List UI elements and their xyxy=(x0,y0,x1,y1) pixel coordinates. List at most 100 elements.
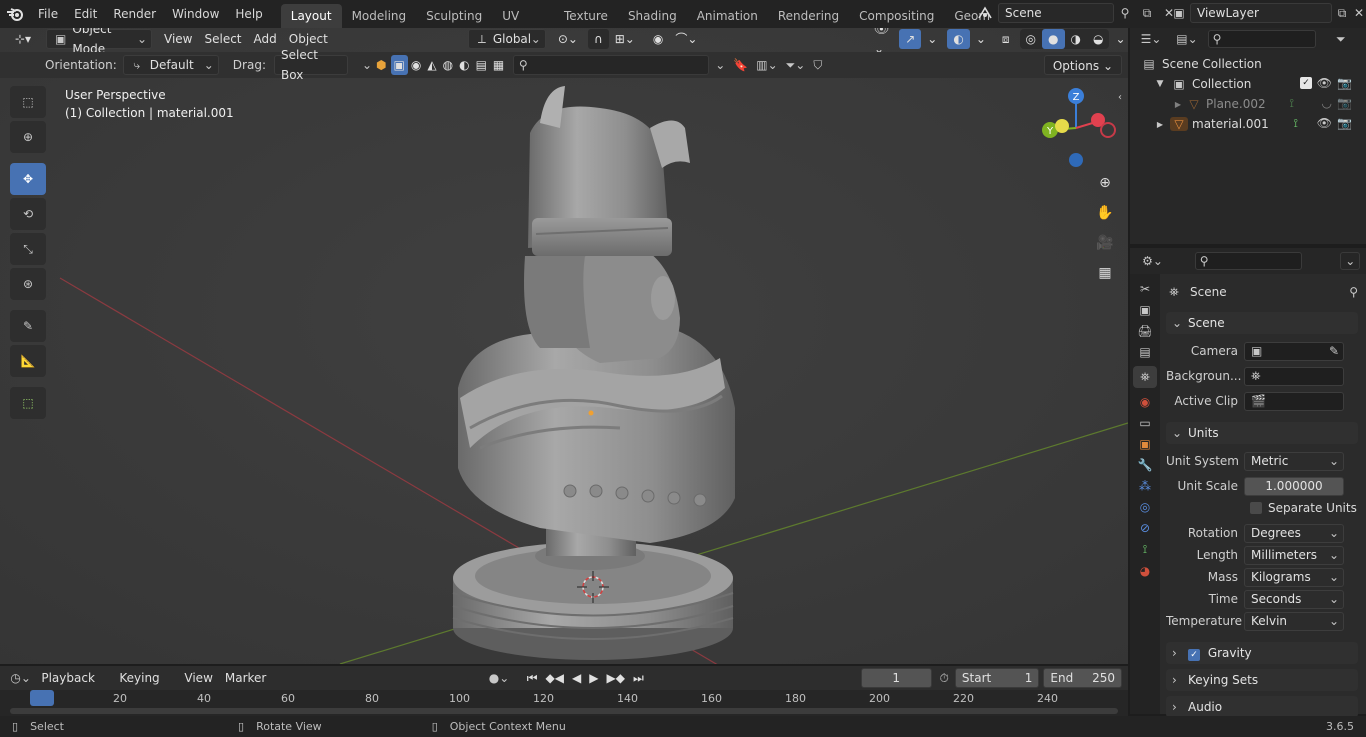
3d-viewport[interactable]: ⊹▾ ▣ Object Mode ⌄ View Select Add Objec… xyxy=(0,28,1128,664)
play-reverse-icon[interactable]: ◀ xyxy=(569,668,584,688)
tab-layout[interactable]: Layout xyxy=(280,3,342,28)
outliner-row-collection[interactable]: ▼ ▣ Collection ✓ 👁 📷 xyxy=(1130,74,1366,94)
menu-keying[interactable]: Keying ⌄ xyxy=(113,668,178,705)
solid-shading-icon[interactable]: ● xyxy=(1042,29,1065,49)
tool-tab-icon[interactable]: ✂ xyxy=(1140,282,1150,296)
snap-target-icon[interactable]: ⊞⌄ xyxy=(609,29,641,49)
collection-tab-icon[interactable]: ▭ xyxy=(1139,416,1150,430)
jump-start-icon[interactable]: ⏮ xyxy=(524,668,541,688)
measure-tool[interactable]: 📐 xyxy=(10,345,46,377)
tab-texture-paint[interactable]: Texture Paint xyxy=(554,4,618,28)
render-tab-icon[interactable]: ▣ xyxy=(1139,303,1150,317)
temperature-dropdown[interactable]: Kelvin ⌄ xyxy=(1244,611,1344,631)
menu-file[interactable]: File xyxy=(30,0,66,28)
mass-dropdown[interactable]: Kilograms ⌄ xyxy=(1244,567,1344,587)
filter-icon[interactable]: ⏷⌄ xyxy=(786,58,806,73)
jump-end-icon[interactable]: ⏭ xyxy=(630,668,647,688)
menu-render[interactable]: Render xyxy=(105,0,164,28)
physics-tab-icon[interactable]: ◎ xyxy=(1140,500,1150,514)
tab-compositing[interactable]: Compositing xyxy=(849,4,944,28)
outliner-row-plane-002[interactable]: ▶ ▽ Plane.002 ⟟ ◡ 📷 xyxy=(1130,94,1366,114)
falloff-icon[interactable]: ⌒⌄ xyxy=(669,29,703,49)
expand-arrow-icon[interactable]: ▼ xyxy=(1154,79,1166,89)
rotation-dropdown[interactable]: Degrees ⌄ xyxy=(1244,523,1344,543)
camera-view-icon[interactable]: 🎥 xyxy=(1092,230,1118,256)
view-layer-tab-icon[interactable]: ▤ xyxy=(1139,345,1150,359)
expand-arrow-icon[interactable]: ▶ xyxy=(1154,120,1166,129)
transform-orientation-dropdown[interactable]: ⟂ Global ⌄ xyxy=(467,29,546,49)
modifier-tab-icon[interactable]: 🔧 xyxy=(1138,458,1153,472)
object-mode-dropdown[interactable]: ▣ Object Mode ⌄ xyxy=(46,28,152,56)
expand-arrow-icon[interactable]: ▶ xyxy=(1172,100,1184,109)
menu-add[interactable]: Add xyxy=(248,29,283,49)
time-dropdown[interactable]: Seconds ⌄ xyxy=(1244,589,1344,609)
material-shading-icon[interactable]: ◑ xyxy=(1065,29,1087,49)
world-tab-icon[interactable]: ◉ xyxy=(1140,395,1150,409)
scene-panel-header[interactable]: ⌄ Scene xyxy=(1166,312,1358,334)
menu-help[interactable]: Help xyxy=(227,0,270,28)
menu-timeline-view[interactable]: View xyxy=(178,668,218,688)
menu-playback[interactable]: Playback ⌄ xyxy=(35,668,113,705)
overlay-toggle-icon[interactable]: ◐ xyxy=(947,29,970,49)
annotate-tool[interactable]: ✎ xyxy=(10,310,46,342)
keying-sets-panel-header[interactable]: › Keying Sets xyxy=(1166,669,1358,691)
output-tab-icon[interactable]: 🖨 xyxy=(1137,324,1152,338)
shading-options-icon[interactable]: ⌄ xyxy=(1109,29,1128,49)
data-tab-icon[interactable]: ⟟ xyxy=(1143,542,1147,557)
menu-edit[interactable]: Edit xyxy=(66,0,105,28)
properties-options-icon[interactable]: ⌄ xyxy=(1340,252,1360,270)
shield-icon[interactable]: ⛉ xyxy=(813,58,822,73)
display-mode-icon[interactable]: ▤⌄ xyxy=(1172,32,1202,46)
tab-sculpting[interactable]: Sculpting xyxy=(416,4,492,28)
snap-icon[interactable]: ∩ xyxy=(587,29,609,49)
select-mode-icon-7[interactable]: ▦ xyxy=(490,55,507,75)
chevron-down-icon[interactable]: ⌄ xyxy=(362,58,372,72)
playhead[interactable] xyxy=(30,690,54,706)
zoom-icon[interactable]: ⊕ xyxy=(1092,170,1118,196)
object-tab-icon[interactable]: ▣ xyxy=(1139,437,1150,451)
new-scene-icon[interactable]: ⧉ xyxy=(1136,6,1158,21)
tab-modeling[interactable]: Modeling xyxy=(342,4,417,28)
proportional-editing-icon[interactable]: ◉ xyxy=(647,29,669,49)
overlay-dropdown-icon[interactable]: ⌄ xyxy=(970,29,992,49)
play-icon[interactable]: ▶ xyxy=(586,668,601,688)
filter-toggle-icon[interactable]: ⌄ xyxy=(715,58,725,72)
visibility-hidden-icon[interactable]: ◡ xyxy=(1322,96,1332,110)
unit-scale-field[interactable]: 1.000000 xyxy=(1244,476,1344,496)
render-camera-icon[interactable]: 📷 xyxy=(1337,116,1352,130)
layout-icon[interactable]: ▥⌄ xyxy=(756,58,777,72)
select-mode-icon-4[interactable]: ◍ xyxy=(440,55,456,75)
record-icon[interactable]: ●⌄ xyxy=(484,671,513,685)
scale-tool[interactable]: ⤡ xyxy=(10,233,46,265)
gizmo-dropdown-icon[interactable]: ⌄ xyxy=(921,29,943,49)
eyedropper-icon[interactable]: ✎ xyxy=(1329,343,1339,360)
gravity-checkbox[interactable]: ✓ xyxy=(1188,649,1200,661)
bookmark-icon[interactable]: 🔖 xyxy=(733,58,748,72)
properties-editor-icon[interactable]: ⚙⌄ xyxy=(1136,254,1169,268)
gravity-panel-header[interactable]: › ✓ Gravity xyxy=(1166,642,1358,664)
cube-color-icon[interactable]: ⬢ xyxy=(376,58,386,72)
background-field[interactable]: ⛯ xyxy=(1244,366,1344,386)
menu-marker[interactable]: Marker xyxy=(219,668,272,688)
tab-shading[interactable]: Shading xyxy=(618,4,687,28)
viewlayer-name-field[interactable]: ViewLayer xyxy=(1190,3,1332,23)
particles-tab-icon[interactable]: ⁂ xyxy=(1139,479,1151,493)
perspective-grid-icon[interactable]: ▦ xyxy=(1092,260,1118,286)
material-tab-icon[interactable]: ◕ xyxy=(1140,564,1150,578)
units-panel-header[interactable]: ⌄ Units xyxy=(1166,422,1358,444)
transform-tool[interactable]: ⊛ xyxy=(10,268,46,300)
visibility-eye-icon[interactable]: 👁 xyxy=(1317,76,1332,90)
stopwatch-icon[interactable]: ⏱ xyxy=(940,671,949,686)
gizmo-toggle-icon[interactable]: ↗ xyxy=(899,29,922,49)
select-mode-icon-3[interactable]: ◭ xyxy=(424,55,439,75)
tab-rendering[interactable]: Rendering xyxy=(768,4,849,28)
menu-view[interactable]: View xyxy=(158,29,198,49)
length-dropdown[interactable]: Millimeters ⌄ xyxy=(1244,545,1344,565)
viewlayer-selector[interactable]: ▣ ViewLayer ⧉ ✕ xyxy=(1168,3,1366,23)
pin-icon[interactable]: ⚲ xyxy=(1349,285,1358,299)
select-box-mode-icon[interactable]: ▣ xyxy=(390,55,408,75)
menu-window[interactable]: Window xyxy=(164,0,227,28)
new-viewlayer-icon[interactable]: ⧉ xyxy=(1332,6,1352,21)
properties-search-field[interactable]: ⚲ xyxy=(1195,252,1303,270)
next-keyframe-icon[interactable]: ▶◆ xyxy=(603,668,627,688)
